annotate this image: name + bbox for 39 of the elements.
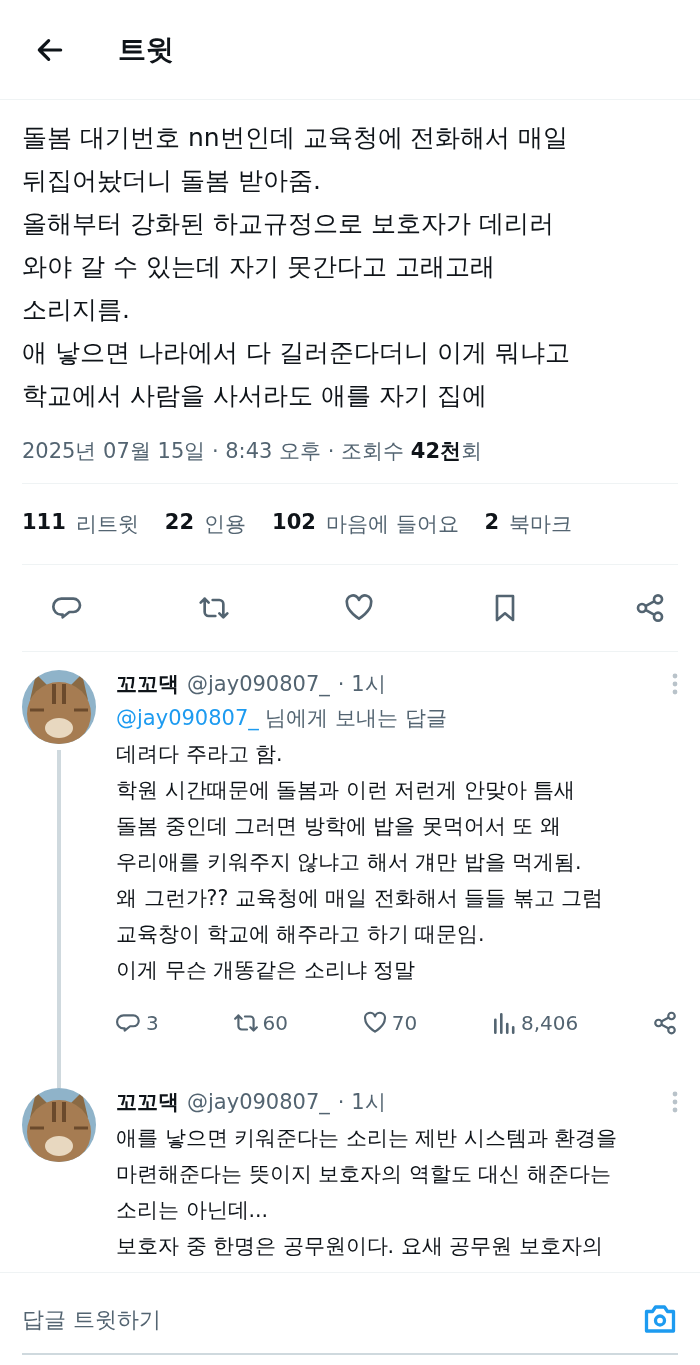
stat-link[interactable]: 2 북마크 <box>484 510 573 538</box>
tweet-text-line: 돌봄 대기번호 nn번인데 교육청에 전화해서 매일 <box>22 122 570 154</box>
user-handle[interactable]: @jay090807_ <box>187 1090 330 1114</box>
reply-text-line: 데려다 주라고 함. <box>116 741 284 768</box>
stat-link[interactable]: 102 마음에 들어요 <box>272 510 459 538</box>
action-count: 60 <box>262 1011 288 1035</box>
stat-link[interactable]: 22 인용 <box>164 510 247 538</box>
reply-text-line: 애를 낳으면 키워준다는 소리는 제반 시스템과 환경을 <box>116 1125 619 1152</box>
replying-to-text: 님에게 보내는 답글 <box>265 706 447 730</box>
tweet-text-line: 애 낳으면 나라에서 다 길러준다더니 이게 뭐냐고 <box>22 337 571 369</box>
tweet-text-line: 학교에서 사람을 사서라도 애를 자기 집에 <box>22 380 488 412</box>
reply-text-line: 돌봄 중인데 그러면 방학에 밥을 못먹어서 또 왜 <box>116 813 562 840</box>
reply-text-line: 학원 시간때문에 돌봄과 이런 저런게 안맞아 틈새 <box>116 777 577 804</box>
page-title: 트윗 <box>118 31 174 68</box>
user-name[interactable]: 꼬꼬댁 <box>116 1088 179 1116</box>
reply-text-line: 소리는 아닌데... <box>116 1197 270 1224</box>
stat-link[interactable]: 111 리트윗 <box>22 510 139 538</box>
tweet-text-line: 소리지름. <box>22 294 131 326</box>
share-icon[interactable] <box>651 1010 678 1036</box>
tweet-text-line: 뒤집어놨더니 돌봄 받아줌. <box>22 165 322 197</box>
reply-text-line: 교육창이 학교에 해주라고 하기 때문임. <box>116 921 486 948</box>
reply-text-line: 이게 무슨 개똥같은 소리냐 정말 <box>116 957 417 984</box>
tweet-text-line: 올해부터 강화된 하교규정으로 보호자가 데리러 <box>22 208 555 240</box>
reply-text-line: 보호자 중 한명은 공무원이다. 요새 공무원 보호자의 <box>116 1233 604 1260</box>
reply-input-field[interactable]: 답글 트윗하기 <box>22 1306 642 1332</box>
tweet-meta: 2025년 07월 15일 · 8:43 오후 · 조회수 42천회 <box>22 438 484 465</box>
user-name[interactable]: 꼬꼬댁 <box>116 670 179 698</box>
action-count: 8,406 <box>520 1011 579 1035</box>
share-icon[interactable] <box>634 592 666 624</box>
tweet-text-line: 와야 갈 수 있는데 자기 못간다고 고래고래 <box>22 251 496 283</box>
heart-icon[interactable] <box>361 1010 388 1036</box>
reply-text-line: 왜 그런가?? 교육청에 매일 전화해서 들들 볶고 그럼 <box>116 885 605 912</box>
post-time: · 1시 <box>337 1089 386 1116</box>
action-count: 70 <box>391 1011 418 1035</box>
action-count: 3 <box>146 1011 159 1035</box>
post-time: · 1시 <box>337 671 386 698</box>
user-handle[interactable]: @jay090807_ <box>187 672 330 696</box>
reply-text-line: 우리애를 키워주지 않냐고 해서 걔만 밥을 먹게됨. <box>116 849 583 876</box>
reply-text-line: 마련해준다는 뜻이지 보호자의 역할도 대신 해준다는 <box>116 1161 612 1188</box>
